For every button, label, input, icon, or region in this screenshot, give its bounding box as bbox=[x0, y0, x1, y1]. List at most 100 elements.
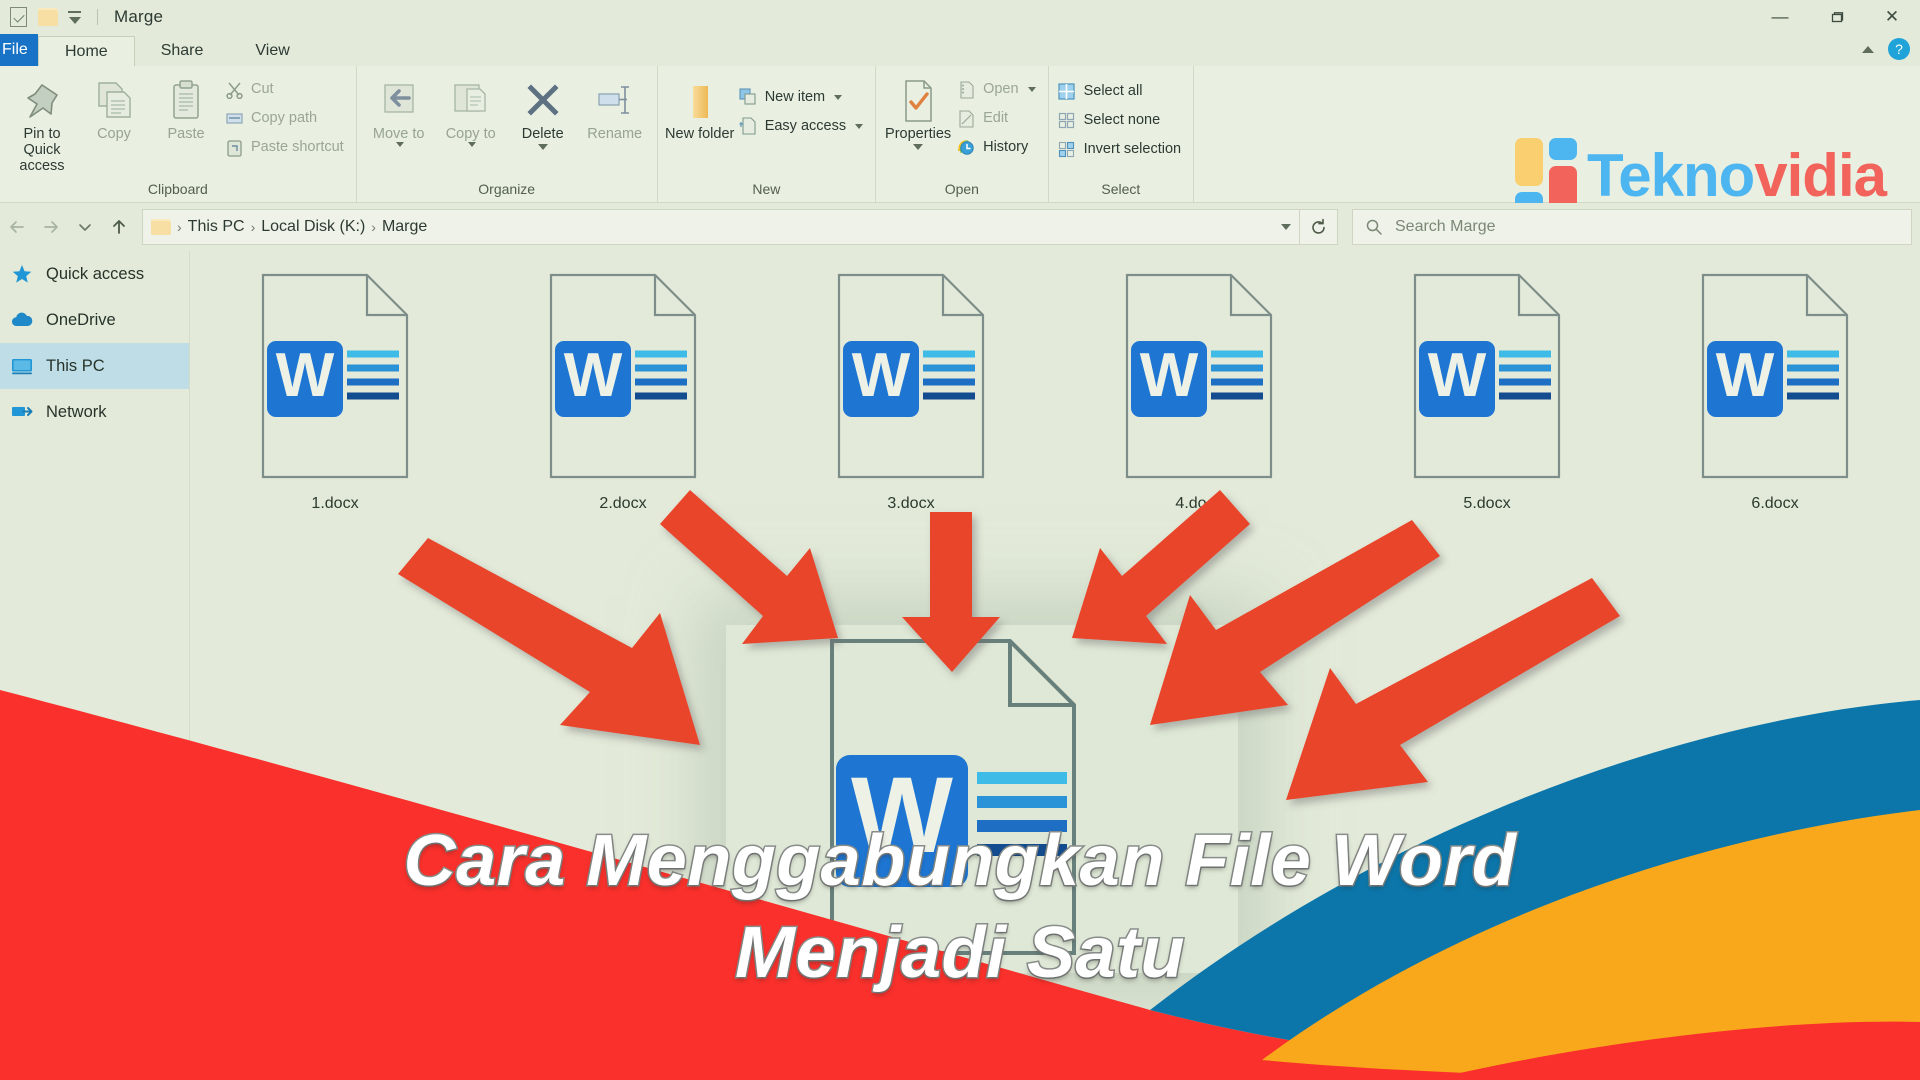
refresh-icon bbox=[1312, 218, 1325, 234]
sidebar-item-quick-access[interactable]: Quick access bbox=[0, 251, 189, 297]
open-button[interactable]: Open bbox=[954, 76, 1041, 102]
forward-arrow-icon bbox=[44, 221, 58, 233]
breadcrumb-item-this-pc[interactable]: This PC bbox=[182, 218, 251, 236]
tab-home[interactable]: Home bbox=[38, 36, 135, 66]
rename-icon bbox=[593, 76, 637, 126]
breadcrumb-item-local-disk[interactable]: Local Disk (K:) bbox=[255, 218, 371, 236]
move-to-label: Move to bbox=[372, 126, 425, 142]
properties-checkbox-icon[interactable] bbox=[8, 7, 28, 27]
up-button[interactable] bbox=[102, 210, 136, 244]
rename-label: Rename bbox=[587, 126, 643, 142]
pin-to-quick-access-label: Pin to Quick access bbox=[19, 126, 65, 175]
tab-view[interactable]: View bbox=[229, 36, 315, 66]
ribbon-group-new: New folder New item Easy access New bbox=[658, 66, 877, 202]
logo-text-tekno: Tekno bbox=[1587, 142, 1755, 209]
file-item[interactable]: W 5.docx bbox=[1343, 271, 1631, 513]
search-input[interactable]: Search Marge bbox=[1395, 218, 1496, 236]
invert-selection-button[interactable]: Invert selection bbox=[1055, 136, 1188, 162]
tab-file[interactable]: File bbox=[0, 34, 38, 66]
properties-button[interactable]: Properties bbox=[882, 70, 954, 151]
file-explorer-window: Marge — ✕ File Home Share View ? Pin to … bbox=[0, 0, 1920, 1080]
file-item[interactable]: W 6.docx bbox=[1631, 271, 1919, 513]
copy-to-button[interactable]: Copy to bbox=[435, 70, 507, 148]
back-button[interactable] bbox=[0, 210, 34, 244]
open-icon bbox=[956, 79, 976, 99]
up-arrow-icon bbox=[113, 220, 125, 234]
easy-access-button[interactable]: Easy access bbox=[736, 113, 869, 139]
invert-selection-label: Invert selection bbox=[1083, 141, 1182, 157]
delete-button[interactable]: Delete bbox=[507, 70, 579, 151]
easy-access-caret-icon[interactable] bbox=[855, 123, 864, 129]
svg-text:W: W bbox=[1140, 341, 1199, 410]
ribbon-tab-bar: File Home Share View ? bbox=[0, 34, 1920, 66]
sidebar-item-this-pc[interactable]: This PC bbox=[0, 343, 189, 389]
new-folder-button[interactable]: New folder bbox=[664, 70, 736, 142]
word-document-icon: W bbox=[1407, 271, 1567, 481]
select-all-label: Select all bbox=[1083, 83, 1143, 99]
svg-text:W: W bbox=[851, 754, 953, 875]
sidebar-item-onedrive[interactable]: OneDrive bbox=[0, 297, 189, 343]
paste-button[interactable]: Paste bbox=[150, 70, 222, 142]
maximize-button[interactable] bbox=[1808, 0, 1864, 34]
select-none-button[interactable]: Select none bbox=[1055, 107, 1188, 133]
copy-path-button[interactable]: Copy path bbox=[222, 105, 350, 131]
recent-locations-button[interactable] bbox=[68, 210, 102, 244]
search-icon bbox=[1366, 219, 1382, 235]
forward-button[interactable] bbox=[34, 210, 68, 244]
ribbon-group-clipboard: Pin to Quick access Copy Paste Cut Copy … bbox=[0, 66, 357, 202]
file-item[interactable]: W 3.docx bbox=[767, 271, 1055, 513]
new-item-button[interactable]: New item bbox=[736, 84, 869, 110]
tab-share[interactable]: Share bbox=[135, 36, 230, 66]
group-label-organize: Organize bbox=[478, 181, 536, 197]
customize-caret-icon[interactable] bbox=[68, 10, 81, 24]
move-to-icon bbox=[377, 76, 421, 126]
file-name: 6.docx bbox=[1751, 495, 1799, 512]
history-button[interactable]: History bbox=[954, 134, 1041, 160]
logo-block-yellow bbox=[1515, 138, 1544, 186]
divider bbox=[97, 9, 98, 25]
logo-block-blue-top bbox=[1549, 138, 1578, 160]
logo-wordmark: Teknovidia bbox=[1587, 146, 1887, 206]
breadcrumb[interactable]: › This PC › Local Disk (K:) › Marge bbox=[142, 209, 1300, 245]
new-item-caret-icon[interactable] bbox=[834, 94, 843, 100]
file-item[interactable]: W 1.docx bbox=[191, 271, 479, 513]
move-to-button[interactable]: Move to bbox=[363, 70, 435, 148]
open-small-commands: Open Edit History bbox=[954, 70, 1041, 160]
pin-to-quick-access-button[interactable]: Pin to Quick access bbox=[6, 70, 78, 175]
file-name: 4.docx bbox=[1175, 495, 1223, 512]
properties-caret-icon[interactable] bbox=[913, 144, 924, 151]
word-document-icon: W bbox=[831, 271, 991, 481]
quick-access-toolbar: Marge bbox=[0, 7, 163, 27]
folder-icon[interactable] bbox=[38, 7, 58, 27]
ribbon-group-select: Select all Select none Invert selection … bbox=[1049, 66, 1195, 202]
edit-label: Edit bbox=[983, 110, 1009, 126]
breadcrumb-item-marge[interactable]: Marge bbox=[376, 218, 433, 236]
copy-to-caret-icon[interactable] bbox=[467, 142, 476, 148]
copy-path-icon bbox=[224, 108, 244, 128]
select-all-button[interactable]: Select all bbox=[1055, 78, 1188, 104]
rename-button[interactable]: Rename bbox=[579, 70, 651, 142]
sidebar-label-network: Network bbox=[46, 402, 107, 421]
search-box[interactable]: Search Marge bbox=[1352, 209, 1912, 245]
copy-label: Copy bbox=[97, 126, 131, 142]
help-icon[interactable]: ? bbox=[1888, 38, 1910, 60]
copy-button[interactable]: Copy bbox=[78, 70, 150, 142]
delete-caret-icon[interactable] bbox=[537, 144, 548, 151]
file-item[interactable]: W 4.docx bbox=[1055, 271, 1343, 513]
collapse-ribbon-icon[interactable] bbox=[1862, 45, 1874, 53]
open-caret-icon[interactable] bbox=[1027, 86, 1036, 92]
file-grid: W 1.docx W 2.docx W 3.docx W 4.docx W 5.… bbox=[191, 251, 1920, 513]
chevron-down-icon[interactable] bbox=[1281, 224, 1291, 230]
properties-label: Properties bbox=[885, 126, 952, 142]
minimize-button[interactable]: — bbox=[1752, 0, 1808, 34]
select-small-commands: Select all Select none Invert selection bbox=[1055, 70, 1188, 162]
close-button[interactable]: ✕ bbox=[1864, 0, 1920, 34]
sidebar-item-network[interactable]: Network bbox=[0, 389, 189, 435]
cut-button[interactable]: Cut bbox=[222, 76, 350, 102]
svg-text:W: W bbox=[1428, 341, 1487, 410]
move-to-caret-icon[interactable] bbox=[395, 142, 404, 148]
refresh-button[interactable] bbox=[1300, 209, 1338, 245]
file-item[interactable]: W 2.docx bbox=[479, 271, 767, 513]
edit-button[interactable]: Edit bbox=[954, 105, 1041, 131]
paste-shortcut-button[interactable]: Paste shortcut bbox=[222, 134, 350, 160]
